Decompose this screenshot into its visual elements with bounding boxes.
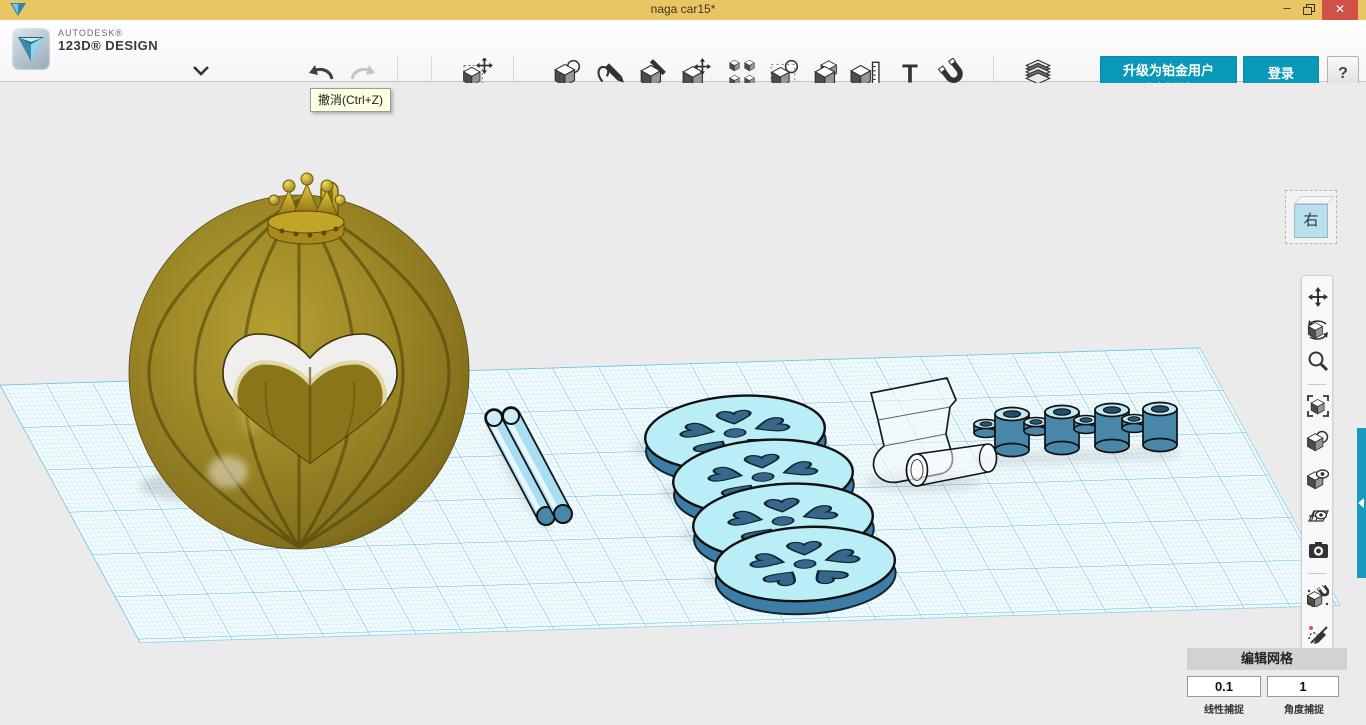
angle-snap-label: 角度捕捉 (1264, 701, 1344, 716)
main-toolbar: AUTODESK® 123D® DESIGN (0, 20, 1366, 82)
toggle-grid-icon[interactable] (1307, 504, 1329, 526)
linear-snap-input[interactable] (1187, 676, 1261, 697)
orbit-icon[interactable] (1307, 319, 1329, 341)
edit-grid-button[interactable]: 编辑网格 (1187, 648, 1347, 670)
zoom-icon[interactable] (1307, 350, 1329, 372)
window-title: naga car15* (0, 2, 1366, 16)
brand-text: AUTODESK® 123D® DESIGN (58, 29, 158, 53)
view-cube[interactable]: 右 (1281, 184, 1343, 250)
viewport-3d[interactable]: 右 (0, 83, 1366, 725)
expand-left-arrow-icon (1358, 498, 1364, 508)
upgrade-label: 升级为铂金用户 (1101, 60, 1236, 79)
titlebar: naga car15* – ✕ (0, 0, 1366, 20)
minimize-button[interactable]: – (1276, 0, 1298, 20)
snap-toggle-icon[interactable] (1307, 585, 1329, 607)
hub-cylinders[interactable] (974, 403, 1177, 457)
hide-show-icon[interactable] (1307, 467, 1329, 489)
view-cube-right-face[interactable]: 右 (1294, 204, 1328, 238)
autodesk-123d-logo-icon[interactable] (12, 28, 50, 70)
angle-snap-input[interactable] (1267, 676, 1339, 697)
toggle-sketches-icon[interactable] (1307, 623, 1329, 645)
view-cube-top-face[interactable] (1294, 196, 1335, 204)
material-shading-icon[interactable] (1307, 430, 1329, 452)
app-window: naga car15* – ✕ AUTODESK® 123D® DESIGN (0, 0, 1366, 725)
linear-snap-label: 线性捕捉 (1184, 701, 1264, 716)
zoom-fit-icon[interactable] (1307, 395, 1329, 417)
close-button[interactable]: ✕ (1322, 0, 1358, 20)
screenshot-camera-icon[interactable] (1307, 539, 1329, 561)
maximize-button[interactable] (1298, 0, 1320, 20)
undo-tooltip: 撤消(Ctrl+Z) (310, 88, 391, 112)
collapsed-panel-tab[interactable] (1357, 428, 1366, 578)
scene-canvas (0, 82, 1366, 725)
navigation-toolbar (1301, 275, 1333, 661)
main-menu-chevron-down-icon[interactable] (190, 62, 212, 80)
pan-icon[interactable] (1307, 286, 1329, 308)
pumpkin-carriage[interactable] (129, 173, 469, 549)
nav-divider (1308, 573, 1326, 574)
nav-divider (1308, 384, 1326, 385)
brand-123d-design: 123D® DESIGN (58, 39, 158, 53)
pumpkin-specular (208, 456, 248, 488)
